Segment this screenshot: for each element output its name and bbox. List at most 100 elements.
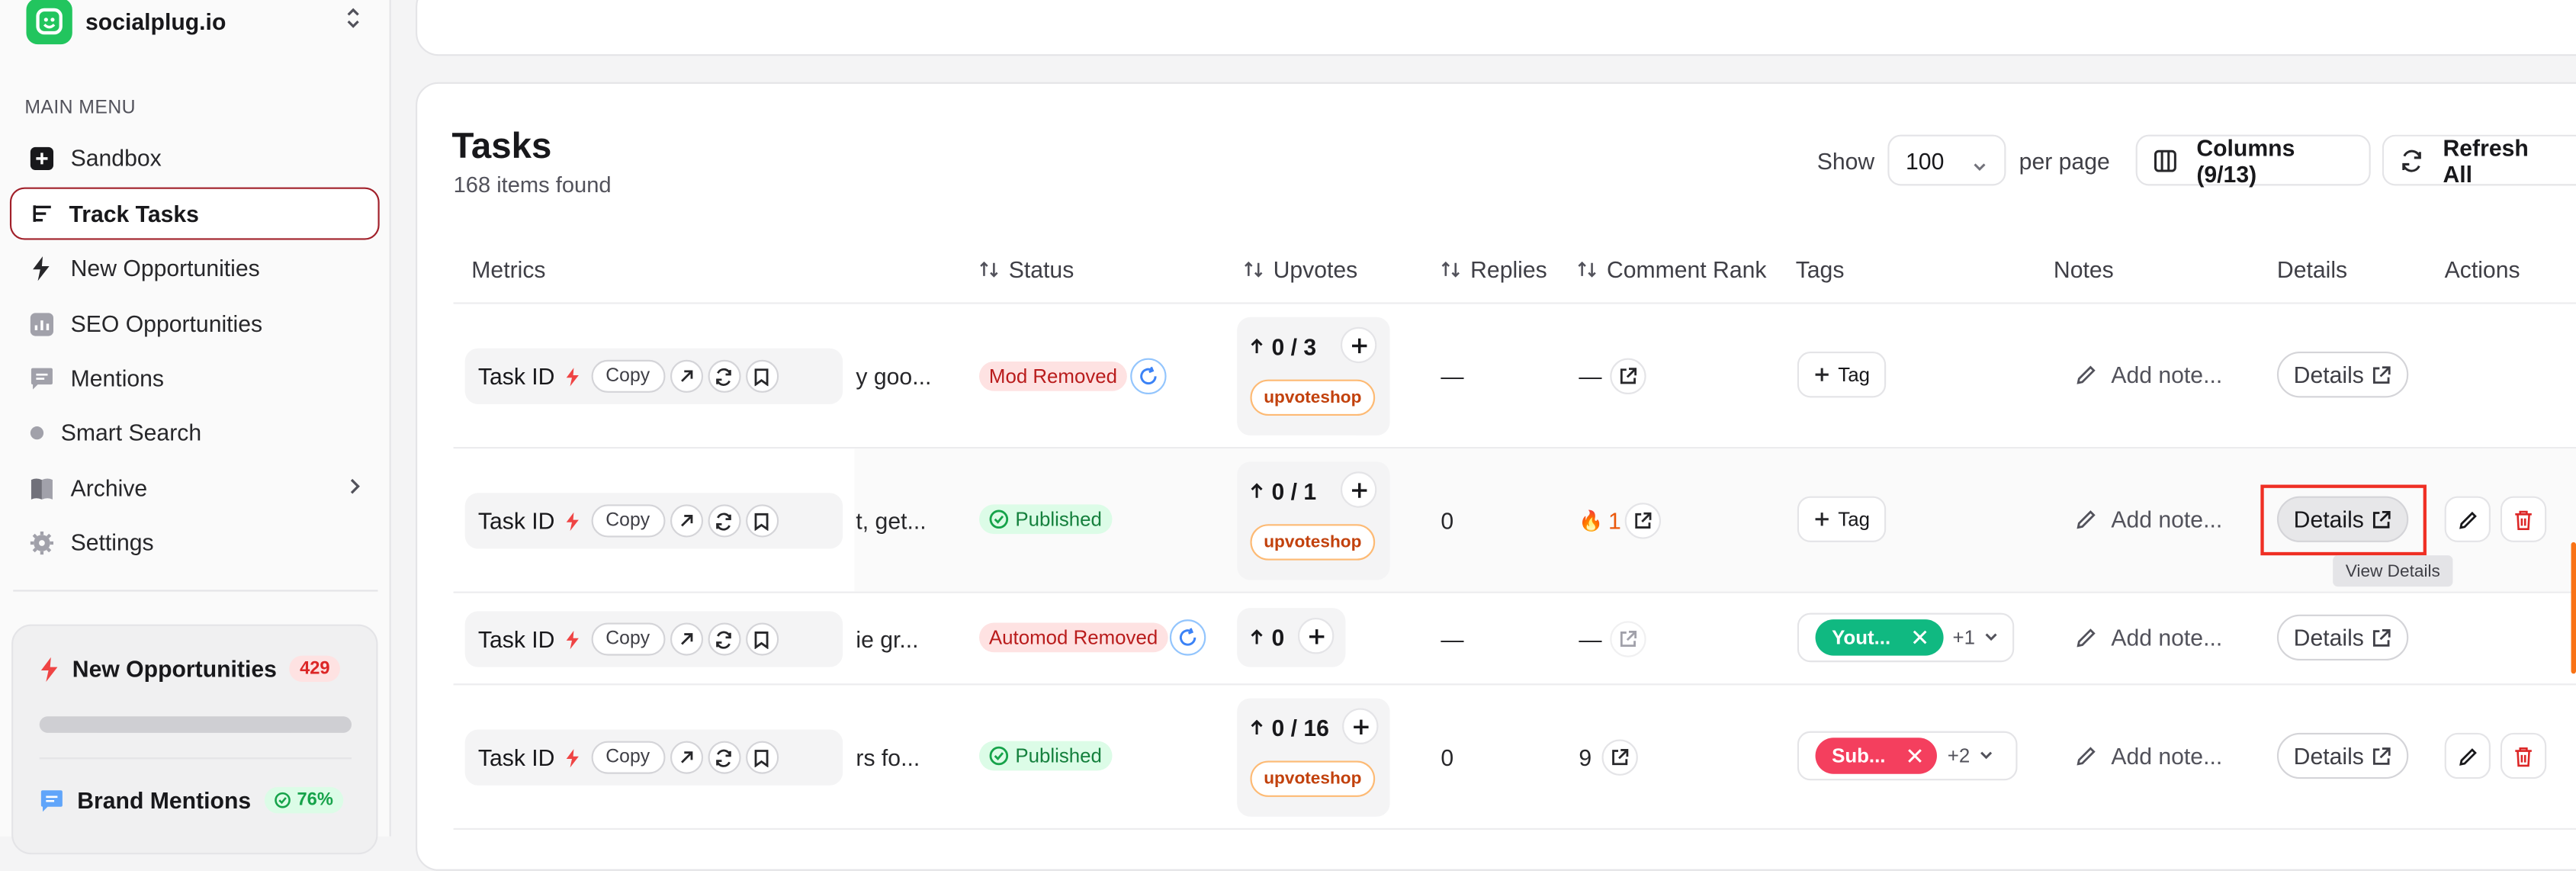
gear-icon bbox=[28, 529, 54, 555]
copy-button[interactable]: Copy bbox=[590, 741, 665, 774]
pencil-icon bbox=[2075, 626, 2098, 649]
add-upvote-button[interactable] bbox=[1342, 708, 1379, 744]
details-button[interactable]: Details bbox=[2276, 732, 2409, 779]
scroll-edge bbox=[2571, 542, 2576, 674]
sidebar-divider bbox=[13, 590, 378, 592]
rank-value: — bbox=[1579, 625, 1602, 653]
status-badge: Published bbox=[978, 741, 1112, 771]
brand-mentions-stat[interactable]: Brand Mentions 76% bbox=[40, 786, 343, 814]
col-header-upvotes[interactable]: Upvotes bbox=[1244, 256, 1357, 283]
bookmark-icon[interactable] bbox=[745, 741, 779, 774]
sort-icon bbox=[979, 259, 999, 279]
edit-button[interactable] bbox=[2444, 496, 2491, 542]
open-arrow-icon[interactable] bbox=[669, 359, 703, 393]
copy-button[interactable]: Copy bbox=[590, 359, 665, 393]
upvote-value: 0 / 16 bbox=[1271, 715, 1329, 741]
bookmark-icon[interactable] bbox=[745, 504, 779, 538]
refresh-icon[interactable] bbox=[707, 622, 740, 656]
refresh-icon bbox=[1140, 366, 1157, 385]
refresh-icon[interactable] bbox=[707, 741, 740, 774]
new-opportunities-stat[interactable]: New Opportunities 429 bbox=[40, 655, 340, 683]
details-label: Details bbox=[2293, 361, 2364, 388]
edit-button[interactable] bbox=[2444, 732, 2491, 779]
tag-more[interactable]: +1 bbox=[1952, 626, 1999, 649]
add-note-button[interactable]: Add note... bbox=[2075, 362, 2222, 387]
col-header-comment-rank[interactable]: Comment Rank bbox=[1577, 256, 1766, 283]
tag-chip[interactable]: Sub... ✕ bbox=[1815, 738, 1938, 774]
bar-chart-icon bbox=[28, 310, 54, 336]
external-link-button[interactable] bbox=[1610, 621, 1646, 657]
bolt-icon bbox=[564, 365, 579, 387]
sidebar-item-sandbox[interactable]: Sandbox bbox=[13, 131, 377, 184]
details-button[interactable]: Details bbox=[2276, 614, 2409, 661]
open-arrow-icon[interactable] bbox=[669, 504, 703, 538]
task-snippet[interactable]: rs fo... bbox=[856, 744, 920, 770]
col-label: Status bbox=[1008, 256, 1074, 283]
col-header-metrics: Metrics bbox=[471, 256, 545, 282]
col-header-details: Details bbox=[2277, 256, 2347, 282]
sidebar-item-archive[interactable]: Archive bbox=[13, 461, 377, 514]
col-header-status[interactable]: Status bbox=[979, 256, 1074, 283]
add-upvote-button[interactable] bbox=[1340, 471, 1377, 508]
external-link-icon bbox=[1612, 749, 1629, 766]
recheck-button[interactable] bbox=[1130, 358, 1167, 395]
status-badge: Mod Removed bbox=[978, 361, 1127, 391]
close-icon[interactable]: ✕ bbox=[1910, 624, 1929, 652]
per-page-select[interactable]: 100 bbox=[1887, 134, 2006, 186]
bookmark-icon[interactable] bbox=[745, 622, 779, 656]
items-count: 168 items found bbox=[453, 172, 612, 198]
sidebar: socialplug.io MAIN MENU Sandbox Track Ta… bbox=[0, 0, 391, 855]
task-snippet[interactable]: t, get... bbox=[856, 508, 926, 534]
sidebar-item-settings[interactable]: Settings bbox=[13, 516, 377, 568]
open-arrow-icon[interactable] bbox=[669, 741, 703, 774]
delete-button[interactable] bbox=[2500, 732, 2547, 779]
tag-more[interactable]: +2 bbox=[1948, 744, 1995, 767]
tags-selector[interactable]: Yout... ✕ +1 bbox=[1797, 612, 2015, 663]
refresh-icon[interactable] bbox=[707, 359, 740, 393]
refresh-all-button[interactable]: Refresh All bbox=[2382, 134, 2576, 187]
add-note-button[interactable]: Add note... bbox=[2075, 506, 2222, 532]
copy-button[interactable]: Copy bbox=[590, 504, 665, 538]
delete-button[interactable] bbox=[2500, 496, 2547, 542]
sidebar-item-smart-search[interactable]: Smart Search bbox=[13, 406, 377, 458]
recheck-button[interactable] bbox=[1169, 619, 1206, 656]
refresh-icon bbox=[2400, 149, 2423, 172]
sidebar-item-new-opportunities[interactable]: New Opportunities bbox=[13, 242, 377, 294]
task-snippet[interactable]: y goo... bbox=[856, 363, 931, 389]
refresh-icon[interactable] bbox=[707, 504, 740, 538]
close-icon[interactable]: ✕ bbox=[1905, 742, 1924, 770]
plus-icon bbox=[1353, 718, 1368, 734]
external-link-button[interactable] bbox=[1601, 739, 1638, 776]
add-upvote-button[interactable] bbox=[1340, 326, 1377, 364]
brand-switcher[interactable]: socialplug.io bbox=[26, 0, 371, 53]
add-tag-button[interactable]: Tag bbox=[1797, 352, 1887, 398]
sidebar-item-seo-opportunities[interactable]: SEO Opportunities bbox=[13, 297, 377, 350]
external-link-button[interactable] bbox=[1624, 503, 1662, 539]
add-tag-button[interactable]: Tag bbox=[1797, 496, 1887, 542]
copy-button[interactable]: Copy bbox=[590, 622, 665, 656]
col-header-replies[interactable]: Replies bbox=[1441, 256, 1547, 283]
col-label: Tags bbox=[1795, 256, 1845, 283]
tag-chip[interactable]: Yout... ✕ bbox=[1815, 619, 1943, 656]
status-badge: Automod Removed bbox=[978, 622, 1168, 653]
bolt-icon bbox=[564, 747, 579, 768]
task-snippet[interactable]: ie gr... bbox=[856, 626, 918, 652]
trash-icon bbox=[2515, 746, 2532, 767]
plus-icon bbox=[1351, 337, 1367, 353]
details-label: Details bbox=[2293, 742, 2364, 770]
add-upvote-button[interactable] bbox=[1297, 618, 1335, 654]
col-label: Details bbox=[2276, 256, 2348, 283]
add-note-button[interactable]: Add note... bbox=[2075, 743, 2222, 769]
external-link-button[interactable] bbox=[1610, 358, 1646, 395]
tags-selector[interactable]: Sub... ✕ +2 bbox=[1797, 731, 2018, 781]
sidebar-item-label: New Opportunities bbox=[70, 254, 260, 281]
add-note-button[interactable]: Add note... bbox=[2075, 625, 2222, 651]
details-button[interactable]: Details bbox=[2276, 352, 2409, 398]
sidebar-item-label: SEO Opportunities bbox=[70, 310, 263, 337]
per-page-label: per page bbox=[2019, 147, 2110, 175]
sidebar-item-mentions[interactable]: Mentions bbox=[13, 352, 377, 404]
open-arrow-icon[interactable] bbox=[669, 622, 703, 656]
bookmark-icon[interactable] bbox=[745, 359, 779, 393]
columns-button[interactable]: Columns (9/13) bbox=[2135, 134, 2371, 187]
sidebar-item-track-tasks[interactable]: Track Tasks bbox=[9, 187, 380, 240]
